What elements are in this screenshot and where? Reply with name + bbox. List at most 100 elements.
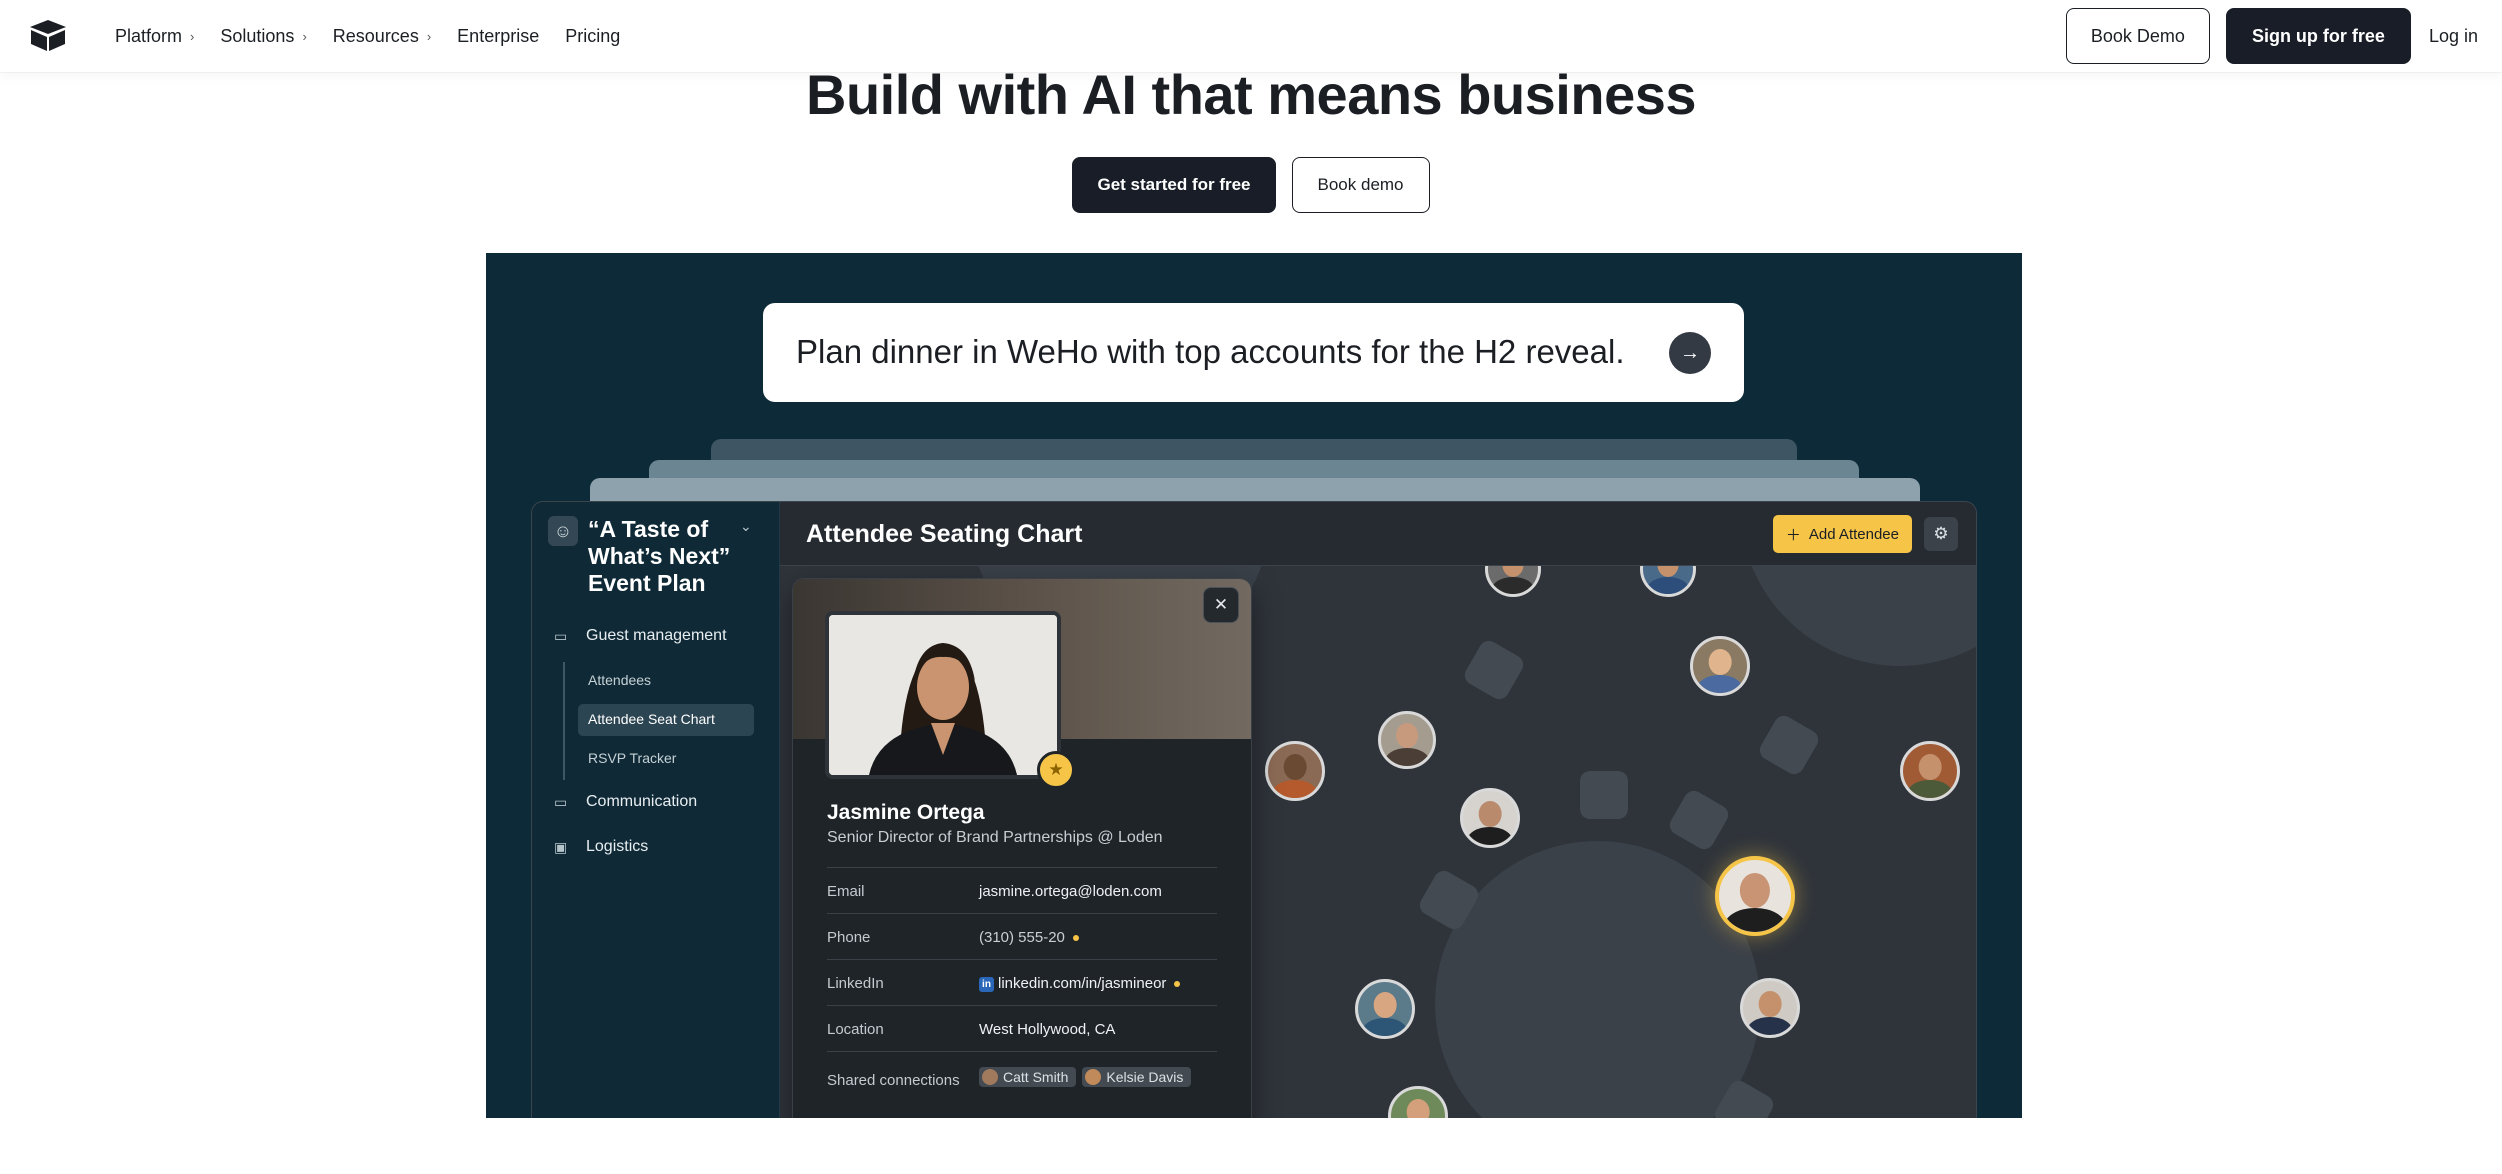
chevron-right-icon: ›: [190, 28, 195, 44]
profile-row-phone: Phone (310) 555-20: [827, 913, 1217, 959]
hero-actions: Get started for free Book demo: [0, 157, 2502, 213]
connections-list: Catt Smith Kelsie Davis: [979, 1067, 1197, 1089]
location-value: West Hollywood, CA: [979, 1021, 1116, 1038]
nav-pricing-label: Pricing: [565, 25, 621, 46]
briefcase-icon: ▣: [554, 838, 568, 855]
profile-row-linkedin: LinkedIn in linkedin.com/in/jasmineor: [827, 959, 1217, 1005]
close-icon[interactable]: ✕: [1203, 587, 1239, 623]
event-plan-title: “A Taste of What’s Next” Event Plan: [588, 516, 731, 596]
sidebar-item-rsvp-tracker[interactable]: RSVP Tracker: [588, 750, 676, 766]
profile-row-location: Location West Hollywood, CA: [827, 1005, 1217, 1051]
get-started-button[interactable]: Get started for free: [1072, 157, 1276, 213]
nav-pricing[interactable]: Pricing: [565, 26, 620, 47]
connection-name: Catt Smith: [1003, 1069, 1069, 1085]
linkedin-icon: in: [979, 977, 994, 992]
attendee-avatar[interactable]: [1355, 979, 1415, 1039]
attendee-name: Jasmine Ortega: [827, 801, 985, 824]
cube-logo-icon[interactable]: [28, 18, 68, 52]
nav-resources-label: Resources: [332, 25, 419, 46]
avatar: [982, 1069, 998, 1085]
sidebar-logistics[interactable]: ▣ Logistics: [554, 838, 648, 856]
app-sidebar: ☺ “A Taste of What’s Next” Event Plan ⌄ …: [532, 502, 780, 1118]
linkedin-value[interactable]: linkedin.com/in/jasmineor: [998, 975, 1166, 992]
product-demo-panel: Plan dinner in WeHo with top accounts fo…: [486, 253, 2022, 1118]
attendee-avatar[interactable]: [1378, 711, 1436, 769]
profile-row-connections: Shared connections Catt Smith Kelsie Davi…: [827, 1051, 1217, 1107]
seat[interactable]: [1461, 637, 1527, 703]
connection-chip[interactable]: Kelsie Davis: [1082, 1067, 1192, 1087]
star-icon[interactable]: ★: [1037, 751, 1075, 789]
attendee-avatar[interactable]: [1265, 741, 1325, 801]
prompt-text: Plan dinner in WeHo with top accounts fo…: [796, 333, 1625, 370]
chat-icon: ▭: [554, 793, 568, 810]
top-navigation: Platform › Solutions › Resources › Enterpri…: [0, 0, 2502, 72]
profile-photo: [825, 611, 1061, 779]
arrow-right-icon[interactable]: →: [1669, 332, 1711, 374]
sidebar-communication[interactable]: ▭ Communication: [554, 793, 697, 811]
connection-name: Kelsie Davis: [1106, 1069, 1184, 1085]
add-attendee-label: Add Attendee: [1808, 525, 1899, 543]
app-window: ☺ “A Taste of What’s Next” Event Plan ⌄ …: [531, 501, 1977, 1118]
book-demo-button[interactable]: Book Demo: [2065, 8, 2210, 64]
email-label: Email: [827, 883, 865, 900]
smiley-icon: ☺: [548, 516, 578, 546]
book-demo-hero-button[interactable]: Book demo: [1291, 157, 1430, 213]
attendee-avatar[interactable]: [1690, 636, 1750, 696]
table-top-right: [1740, 566, 1976, 666]
typing-dot: [1072, 935, 1079, 942]
sidebar-tree-line: [563, 662, 565, 780]
nav-enterprise-label: Enterprise: [457, 25, 540, 46]
linkedin-value-wrap: in linkedin.com/in/jasmineor: [979, 975, 1181, 992]
nav-enterprise[interactable]: Enterprise: [457, 26, 539, 47]
email-value[interactable]: jasmine.ortega@loden.com: [979, 883, 1162, 900]
sidebar-section-label: Guest management: [586, 627, 727, 644]
connections-label: Shared connections: [827, 1072, 960, 1089]
attendee-avatar[interactable]: [1640, 566, 1696, 597]
nav-platform-label: Platform: [115, 25, 183, 46]
attendee-avatar[interactable]: [1740, 978, 1800, 1038]
add-attendee-button[interactable]: ＋ Add Attendee: [1772, 515, 1912, 553]
plus-icon: ＋: [1785, 526, 1801, 544]
avatar: [1085, 1069, 1102, 1085]
prompt-box[interactable]: Plan dinner in WeHo with top accounts fo…: [763, 303, 1744, 402]
nav-platform[interactable]: Platform ›: [115, 26, 194, 47]
attendee-avatar-selected[interactable]: [1715, 856, 1795, 936]
seating-canvas[interactable]: ✕ ★ Jasmine Ortega Senior Director of Br…: [780, 566, 1976, 1118]
chevron-down-icon[interactable]: ⌄: [740, 518, 752, 535]
nav-links: Platform › Solutions › Resources › Enterpri…: [115, 0, 620, 72]
phone-value[interactable]: (310) 555-20: [979, 929, 1065, 946]
chat-icon: ▭: [554, 627, 568, 644]
sidebar-item-attendees[interactable]: Attendees: [588, 672, 651, 688]
seat[interactable]: [1580, 771, 1628, 819]
seat[interactable]: [1756, 712, 1822, 778]
nav-solutions-label: Solutions: [220, 25, 295, 46]
nav-actions: Book Demo Sign up for free Log in: [2065, 8, 2478, 64]
log-in-link[interactable]: Log in: [2427, 26, 2478, 47]
seat[interactable]: [1666, 787, 1732, 853]
sign-up-button[interactable]: Sign up for free: [2225, 8, 2411, 64]
main-header: Attendee Seating Chart ＋ Add Attendee ⚙: [780, 502, 1976, 566]
page-title: Attendee Seating Chart: [806, 520, 1083, 548]
sidebar-section-label: Communication: [586, 793, 698, 810]
sidebar-section-label: Logistics: [586, 838, 649, 855]
phone-value-wrap: (310) 555-20: [979, 929, 1079, 946]
attendee-avatar[interactable]: [1388, 1086, 1448, 1118]
attendee-role: Senior Director of Brand Partnerships @ …: [827, 829, 1163, 846]
nav-solutions[interactable]: Solutions ›: [220, 26, 306, 47]
attendee-avatar[interactable]: [1900, 741, 1960, 801]
chevron-right-icon: ›: [302, 28, 307, 44]
gear-icon[interactable]: ⚙: [1924, 517, 1958, 551]
typing-dot: [1174, 981, 1181, 988]
profile-row-email: Email jasmine.ortega@loden.com: [827, 867, 1217, 913]
location-label: Location: [827, 1021, 884, 1038]
phone-label: Phone: [827, 929, 871, 946]
linkedin-label: LinkedIn: [827, 975, 884, 992]
sidebar-item-attendee-seat-chart[interactable]: Attendee Seat Chart: [588, 711, 715, 727]
table-center: [1435, 841, 1760, 1118]
sidebar-guest-management[interactable]: ▭ Guest management: [554, 627, 727, 645]
attendee-avatar[interactable]: [1460, 788, 1520, 848]
chevron-right-icon: ›: [426, 28, 432, 44]
nav-resources[interactable]: Resources ›: [333, 26, 431, 47]
connection-chip[interactable]: Catt Smith: [979, 1067, 1077, 1087]
attendee-avatar[interactable]: [1485, 566, 1541, 597]
